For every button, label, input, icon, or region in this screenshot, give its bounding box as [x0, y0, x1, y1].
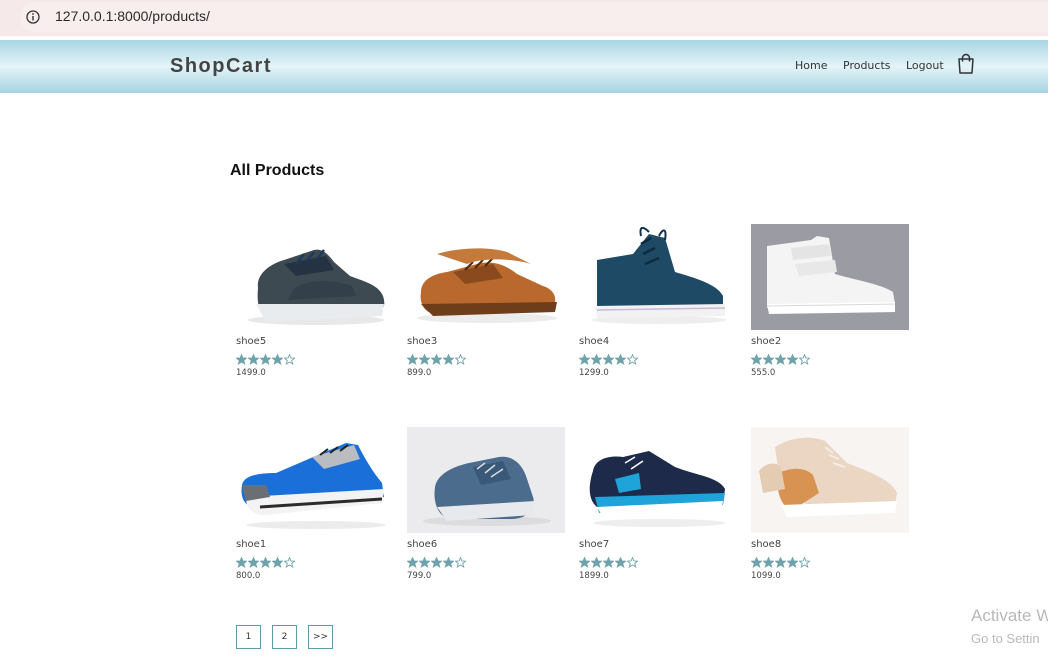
- rating-stars: [751, 553, 811, 568]
- star-filled-icon: [603, 557, 614, 568]
- shopping-bag-icon[interactable]: [956, 53, 976, 75]
- nav-products-link[interactable]: Products: [843, 59, 891, 72]
- product-image-white-high-top-sneaker[interactable]: [751, 224, 909, 330]
- product-price: 1899.0: [579, 571, 609, 581]
- star-filled-icon: [248, 354, 259, 365]
- product-price: 899.0: [407, 368, 432, 378]
- star-filled-icon: [443, 354, 454, 365]
- star-filled-icon: [419, 557, 430, 568]
- rating-stars: [579, 350, 639, 365]
- star-empty-icon: [799, 354, 810, 365]
- star-filled-icon: [751, 557, 762, 568]
- product-price: 799.0: [407, 571, 432, 581]
- product-image-navy-cyan-trainer[interactable]: [579, 427, 737, 533]
- product-card[interactable]: shoe8 1099.0: [751, 427, 911, 592]
- star-filled-icon: [272, 354, 283, 365]
- product-card[interactable]: shoe6 799.0: [407, 427, 567, 592]
- star-filled-icon: [787, 557, 798, 568]
- product-image-blue-slip-on-shoe[interactable]: [407, 427, 565, 533]
- product-price: 1099.0: [751, 571, 781, 581]
- star-empty-icon: [627, 354, 638, 365]
- star-empty-icon: [455, 557, 466, 568]
- star-filled-icon: [419, 354, 430, 365]
- product-card[interactable]: shoe4 1299.0: [579, 224, 739, 389]
- product-price: 1499.0: [236, 368, 266, 378]
- page-1-button[interactable]: 1: [236, 625, 261, 649]
- product-name[interactable]: shoe4: [579, 336, 609, 347]
- rating-stars: [407, 553, 467, 568]
- star-filled-icon: [591, 354, 602, 365]
- rating-stars: [236, 350, 296, 365]
- star-filled-icon: [615, 557, 626, 568]
- star-filled-icon: [260, 354, 271, 365]
- rating-stars: [579, 553, 639, 568]
- rating-stars: [751, 350, 811, 365]
- rating-stars: [407, 350, 467, 365]
- star-empty-icon: [455, 354, 466, 365]
- star-filled-icon: [787, 354, 798, 365]
- star-filled-icon: [431, 354, 442, 365]
- browser-address-bar: 127.0.0.1:8000/products/: [0, 0, 1048, 36]
- star-filled-icon: [615, 354, 626, 365]
- product-image-beige-casual-sneaker[interactable]: [751, 427, 909, 533]
- product-card[interactable]: shoe1 800.0: [236, 427, 396, 592]
- page-2-button[interactable]: 2: [272, 625, 297, 649]
- product-name[interactable]: shoe5: [236, 336, 266, 347]
- star-filled-icon: [272, 557, 283, 568]
- star-filled-icon: [603, 354, 614, 365]
- product-name[interactable]: shoe1: [236, 539, 266, 550]
- next-page-button[interactable]: >>: [308, 625, 333, 649]
- site-navbar: ShopCart Home Products Logout: [0, 40, 1048, 93]
- product-price: 555.0: [751, 368, 776, 378]
- star-filled-icon: [591, 557, 602, 568]
- product-name[interactable]: shoe2: [751, 336, 781, 347]
- product-card[interactable]: shoe7 1899.0: [579, 427, 739, 592]
- star-filled-icon: [751, 354, 762, 365]
- product-image-dark-grey-sneaker[interactable]: [236, 224, 394, 330]
- product-price: 800.0: [236, 571, 261, 581]
- star-empty-icon: [284, 354, 295, 365]
- star-empty-icon: [799, 557, 810, 568]
- star-filled-icon: [443, 557, 454, 568]
- star-filled-icon: [579, 557, 590, 568]
- url-text[interactable]: 127.0.0.1:8000/products/: [55, 8, 210, 24]
- star-filled-icon: [763, 354, 774, 365]
- brand-logo[interactable]: ShopCart: [170, 55, 272, 78]
- star-filled-icon: [763, 557, 774, 568]
- star-filled-icon: [236, 354, 247, 365]
- product-image-blue-running-shoe[interactable]: [236, 427, 394, 533]
- star-filled-icon: [236, 557, 247, 568]
- product-price: 1299.0: [579, 368, 609, 378]
- site-info-icon[interactable]: [26, 9, 40, 24]
- product-image-navy-high-top-sneaker[interactable]: [579, 224, 737, 330]
- product-card[interactable]: shoe5 1499.0: [236, 224, 396, 389]
- page-title: All Products: [230, 162, 325, 179]
- activation-watermark-title: Activate W: [971, 606, 1048, 625]
- product-name[interactable]: shoe6: [407, 539, 437, 550]
- activation-watermark-subtitle: Go to Settin: [971, 631, 1040, 646]
- star-empty-icon: [627, 557, 638, 568]
- rating-stars: [236, 553, 296, 568]
- star-filled-icon: [775, 354, 786, 365]
- star-filled-icon: [407, 354, 418, 365]
- star-empty-icon: [284, 557, 295, 568]
- product-name[interactable]: shoe8: [751, 539, 781, 550]
- product-name[interactable]: shoe7: [579, 539, 609, 550]
- star-filled-icon: [579, 354, 590, 365]
- nav-home-link[interactable]: Home: [795, 59, 827, 72]
- star-filled-icon: [248, 557, 259, 568]
- product-image-brown-oxford-shoe[interactable]: [407, 224, 565, 330]
- star-filled-icon: [431, 557, 442, 568]
- nav-logout-link[interactable]: Logout: [906, 59, 944, 72]
- star-filled-icon: [260, 557, 271, 568]
- star-filled-icon: [775, 557, 786, 568]
- product-card[interactable]: shoe3 899.0: [407, 224, 567, 389]
- product-card[interactable]: shoe2 555.0: [751, 224, 911, 389]
- product-name[interactable]: shoe3: [407, 336, 437, 347]
- star-filled-icon: [407, 557, 418, 568]
